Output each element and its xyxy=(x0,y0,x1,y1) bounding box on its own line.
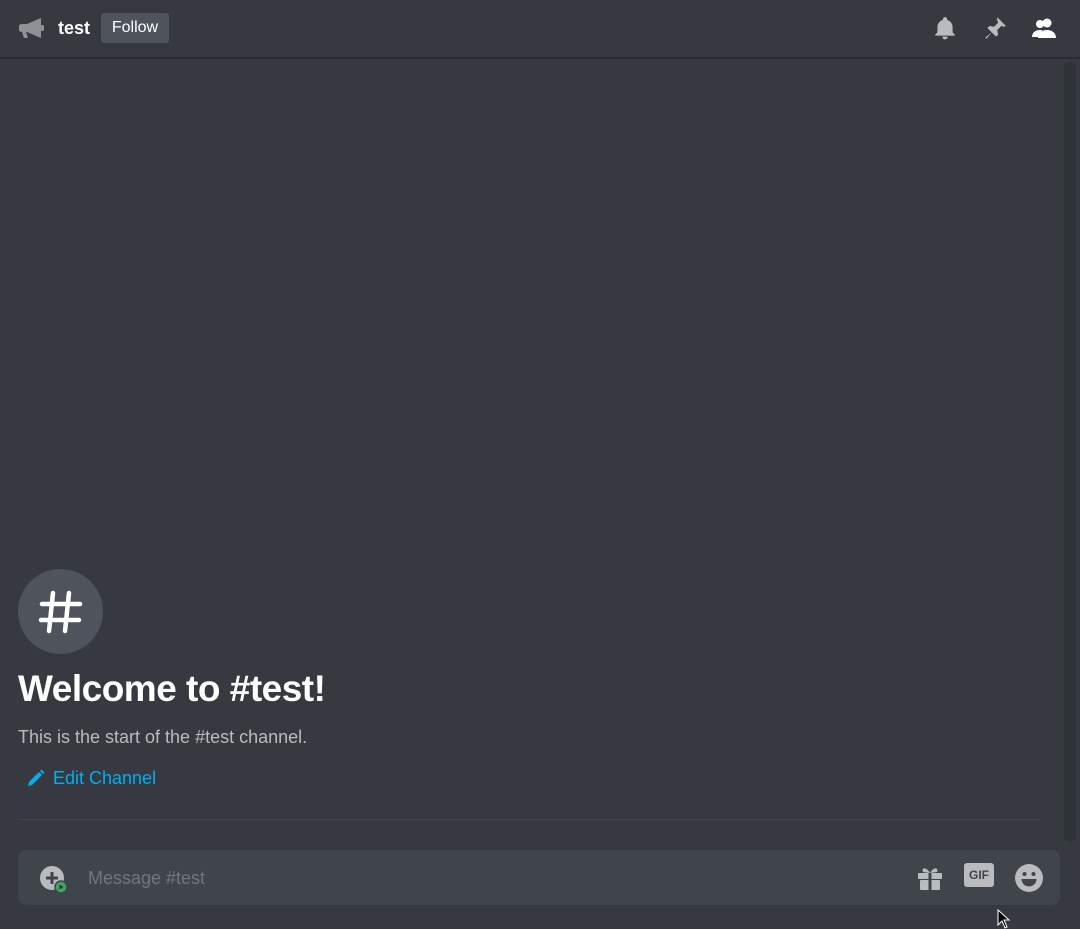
attach-plus-icon[interactable] xyxy=(38,864,68,894)
divider xyxy=(18,819,1040,820)
bell-icon[interactable] xyxy=(932,15,958,41)
follow-button[interactable]: Follow xyxy=(101,13,169,43)
edit-channel-label: Edit Channel xyxy=(53,768,157,788)
welcome-title: Welcome to #test! xyxy=(18,668,326,709)
pin-icon[interactable] xyxy=(982,15,1008,41)
gift-icon[interactable] xyxy=(915,863,945,893)
pencil-icon xyxy=(28,769,45,786)
emoji-icon[interactable] xyxy=(1014,863,1044,893)
edit-channel-link[interactable]: Edit Channel xyxy=(27,766,156,790)
channel-name: test xyxy=(58,18,91,38)
gif-icon[interactable]: GIF xyxy=(964,863,996,889)
scrollbar[interactable] xyxy=(1064,62,1076,842)
gif-label: GIF xyxy=(964,863,994,887)
message-input[interactable] xyxy=(88,864,888,892)
members-icon[interactable] xyxy=(1031,15,1057,41)
welcome-subtitle: This is the start of the #test channel. xyxy=(18,727,308,747)
channel-avatar xyxy=(18,569,103,654)
message-composer: GIF xyxy=(18,850,1060,905)
mouse-cursor-icon xyxy=(997,909,1011,929)
hashtag-icon xyxy=(38,590,82,633)
channel-header: test Follow xyxy=(0,0,1080,58)
announcement-channel-icon xyxy=(19,18,44,38)
